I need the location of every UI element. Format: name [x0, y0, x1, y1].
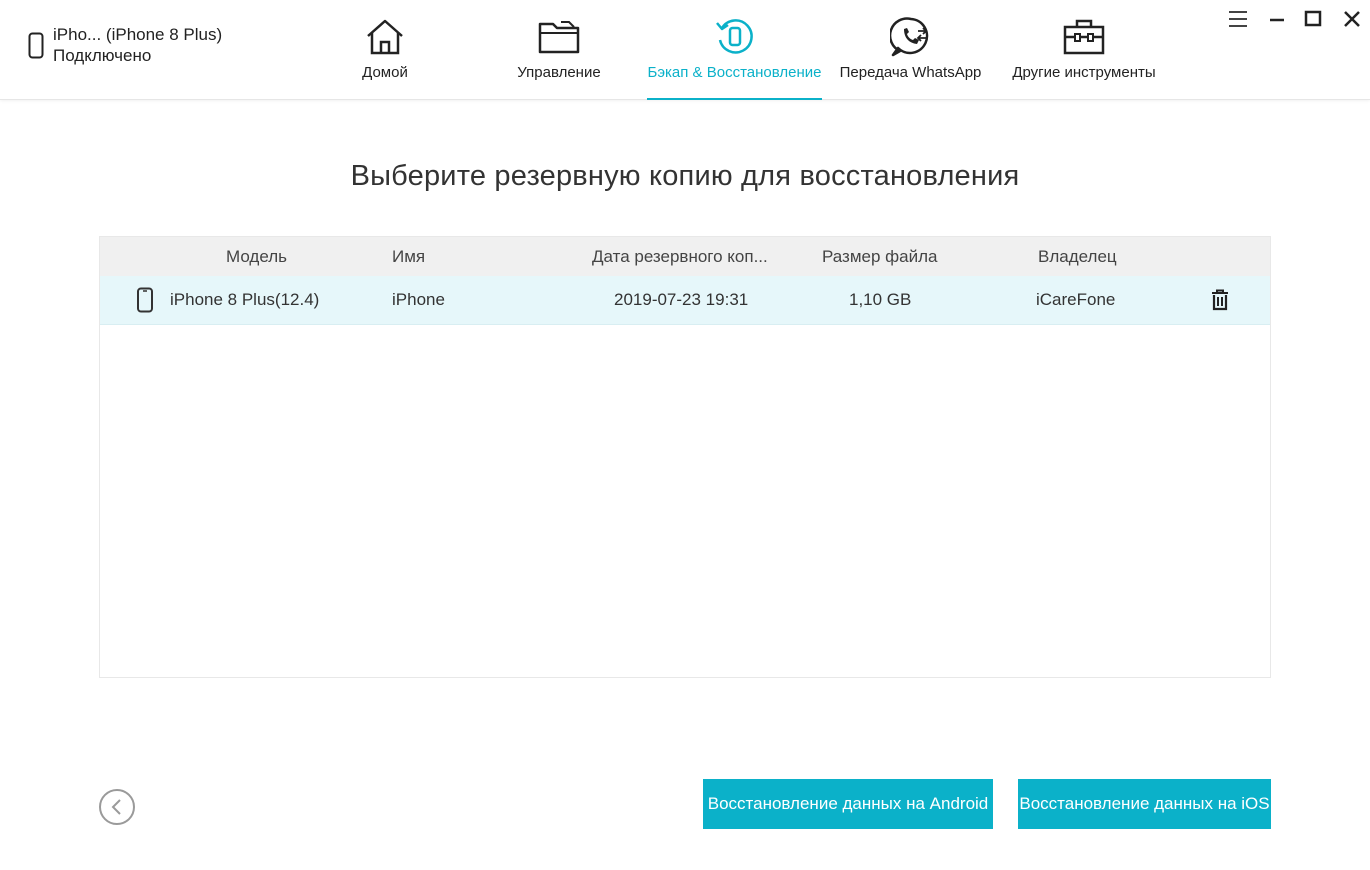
cell-name: iPhone	[392, 290, 445, 309]
maximize-button[interactable]	[1300, 8, 1326, 30]
chevron-left-icon	[111, 799, 121, 815]
active-tab-indicator	[647, 98, 822, 100]
tab-manage[interactable]: Управление	[505, 14, 613, 100]
toolbox-icon	[1063, 19, 1105, 55]
restore-to-android-button[interactable]: Восстановление данных на Android	[703, 779, 993, 829]
device-status: Подключено	[53, 46, 152, 65]
close-icon	[1344, 11, 1360, 27]
cell-date: 2019-07-23 19:31	[614, 290, 749, 309]
tab-backup-restore[interactable]: Бэкап & Восстановление	[647, 14, 822, 100]
top-bar: iPho... (iPhone 8 Plus) Подключено Домой…	[0, 0, 1370, 100]
device-name: iPho... (iPhone 8 Plus)	[53, 25, 223, 44]
delete-button[interactable]	[1210, 276, 1230, 324]
column-header-name[interactable]: Имя	[392, 237, 425, 276]
page-title: Выберите резервную копию для восстановле…	[350, 160, 1020, 192]
cell-model: iPhone 8 Plus(12.4)	[170, 290, 320, 309]
tab-home-label: Домой	[362, 64, 408, 81]
close-button[interactable]	[1339, 8, 1365, 30]
tab-other-tools-label: Другие инструменты	[1012, 64, 1156, 81]
phone-icon	[137, 287, 153, 313]
home-icon	[367, 19, 403, 55]
tab-whatsapp-label: Передача WhatsApp	[839, 64, 982, 81]
cell-owner: iCareFone	[1036, 290, 1116, 309]
column-header-model[interactable]: Модель	[226, 237, 287, 276]
table-row[interactable]: iPhone 8 Plus(12.4) iPhone 2019-07-23 19…	[100, 276, 1270, 325]
minimize-button[interactable]	[1264, 8, 1290, 30]
tab-whatsapp[interactable]: Передача WhatsApp	[838, 14, 983, 100]
column-header-date[interactable]: Дата резервного коп...	[592, 237, 768, 276]
minimize-icon	[1270, 18, 1284, 22]
menu-icon	[1229, 11, 1247, 27]
phone-icon	[28, 32, 44, 58]
cell-size: 1,10 GB	[849, 290, 912, 309]
menu-button[interactable]	[1225, 8, 1251, 30]
maximize-icon	[1304, 10, 1322, 27]
table-header: Модель Имя Дата резервного коп... Размер…	[100, 237, 1270, 276]
column-header-owner[interactable]: Владелец	[1038, 237, 1117, 276]
backup-table: Модель Имя Дата резервного коп... Размер…	[99, 236, 1271, 678]
folder-icon	[538, 21, 580, 54]
trash-icon	[1212, 289, 1228, 311]
whatsapp-icon	[889, 17, 928, 57]
column-header-size[interactable]: Размер файла	[822, 237, 937, 276]
tab-other-tools[interactable]: Другие инструменты	[1005, 14, 1163, 100]
back-button[interactable]	[99, 789, 135, 825]
backup-restore-icon	[715, 19, 753, 54]
tab-backup-restore-label: Бэкап & Восстановление	[647, 64, 822, 81]
tab-home[interactable]: Домой	[340, 14, 430, 100]
restore-to-ios-button[interactable]: Восстановление данных на iOS	[1018, 779, 1271, 829]
device-info: iPho... (iPhone 8 Plus) Подключено	[28, 24, 222, 66]
tab-manage-label: Управление	[517, 64, 601, 81]
row-device-icon-wrap	[136, 276, 154, 324]
